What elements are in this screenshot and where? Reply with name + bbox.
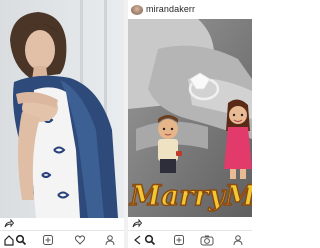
right-post-panel: mirandakerr Marry — [128, 0, 252, 248]
search-icon[interactable] — [144, 234, 156, 246]
post-header: mirandakerr — [128, 0, 252, 19]
left-post-panel — [0, 0, 124, 248]
share-icon[interactable] — [132, 219, 142, 229]
heart-icon[interactable] — [74, 234, 86, 246]
right-action-row — [128, 218, 252, 230]
bitmoji-woman — [224, 99, 252, 179]
back-icon[interactable] — [132, 234, 144, 246]
add-post-icon[interactable] — [173, 234, 185, 246]
left-nav-bar — [0, 230, 124, 248]
search-icon[interactable] — [15, 234, 27, 246]
right-nav-bar — [128, 230, 252, 248]
add-post-icon[interactable] — [42, 234, 54, 246]
camera-icon[interactable] — [200, 234, 214, 246]
profile-icon[interactable] — [104, 234, 116, 246]
left-action-row — [0, 218, 124, 230]
left-post-photo — [0, 0, 124, 218]
avatar[interactable] — [131, 5, 143, 15]
share-icon[interactable] — [4, 219, 14, 229]
right-post-photo: MarryMe — [128, 19, 252, 217]
marry-me-text: MarryMe — [129, 179, 252, 212]
post-username[interactable]: mirandakerr — [146, 4, 195, 14]
profile-icon[interactable] — [232, 234, 244, 246]
home-icon[interactable] — [3, 234, 15, 246]
